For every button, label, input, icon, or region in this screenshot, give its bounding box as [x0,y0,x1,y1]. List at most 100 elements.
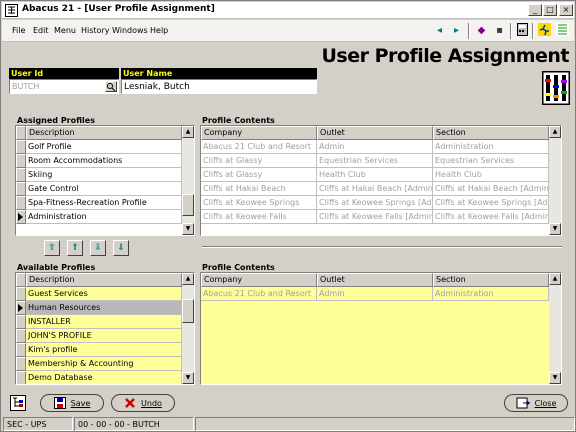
profile-content-row[interactable]: Cliffs at Glassy Equestrian Services Eques… [201,154,549,168]
table-cell: Cliffs at Keowee Springs [201,196,317,210]
page-title: User Profile Assignment [321,45,569,67]
profile-contents-top-grid: Company Outlet Section Abacus 21 Club an… [200,125,562,236]
outlet-column-header[interactable]: Outlet [317,273,433,287]
maximize-button[interactable]: □ [543,4,557,16]
row-indicator[interactable] [16,182,26,196]
available-profile-row[interactable]: INSTALLER [16,315,182,329]
scroll-thumb[interactable] [182,299,194,323]
profile-content-row[interactable]: Abacus 21 Club and Resort Admin Administra… [201,287,549,301]
tree-icon[interactable] [10,395,26,411]
scroll-down-button[interactable]: ▼ [549,372,561,384]
back-arrow-icon[interactable]: ◂ [432,23,447,38]
scroll-down-button[interactable]: ▼ [549,223,561,235]
scroll-up-button[interactable]: ▲ [549,273,561,285]
menu-edit[interactable]: Edit [33,26,49,35]
description-column-header[interactable]: Description [26,273,182,287]
move-bottom-button[interactable]: ⇓ [113,240,129,256]
row-indicator[interactable] [16,301,26,315]
undo-button[interactable]: Undo [111,394,175,412]
print-icon[interactable]: ▪ [492,23,507,38]
scroll-down-button[interactable]: ▼ [182,223,194,235]
scroll-up-button[interactable]: ▲ [182,273,194,285]
assigned-profile-row[interactable]: Spa-Fitness-Recreation Profile [16,196,182,210]
profile-contents-bottom-label: Profile Contents [202,263,275,272]
profile-content-row[interactable]: Cliffs at Keowee Springs Cliffs at Keowee… [201,196,549,210]
table-cell: Admin [317,140,433,154]
info-icon[interactable] [555,23,570,38]
scroll-down-button[interactable]: ▼ [182,372,194,384]
save-disk-icon [53,397,66,409]
toolbar-separator [510,23,512,39]
scroll-up-button[interactable]: ▲ [182,126,194,138]
assigned-scrollbar[interactable]: ▲ ▼ [182,126,194,235]
outlet-column-header[interactable]: Outlet [317,126,433,140]
available-profile-row[interactable]: Membership & Accounting [16,357,182,371]
row-indicator[interactable] [16,168,26,182]
table-cell: Skiing [26,168,182,182]
menu-file[interactable]: File [12,26,25,35]
menu-menu[interactable]: Menu [54,26,76,35]
user-id-field[interactable]: BUTCH [9,79,119,94]
row-indicator[interactable] [16,196,26,210]
save-button[interactable]: Save [40,394,104,412]
table-cell: Spa-Fitness-Recreation Profile [26,196,182,210]
table-cell: Demo Database [26,371,182,384]
company-column-header[interactable]: Company [201,273,317,287]
arrow-up-icon: ⇧ [48,243,56,253]
move-top-button[interactable]: ⇑ [67,240,83,256]
row-indicator[interactable] [16,140,26,154]
contents-top-scrollbar[interactable]: ▲ ▼ [549,126,561,235]
minimize-button[interactable]: _ [528,4,542,16]
assigned-profile-row[interactable]: Gate Control [16,182,182,196]
row-indicator[interactable] [16,154,26,168]
calculator-icon[interactable] [515,23,530,38]
contents-bottom-scrollbar[interactable]: ▲ ▼ [549,273,561,384]
row-indicator[interactable] [16,357,26,371]
exit-runner-icon[interactable] [537,23,552,38]
menu-help[interactable]: Help [150,26,168,35]
assigned-profile-row[interactable]: Administration [16,210,182,224]
close-button[interactable]: Close [504,394,568,412]
available-scrollbar[interactable]: ▲ ▼ [182,273,194,384]
forward-arrow-icon[interactable]: ▸ [449,23,464,38]
menu-windows[interactable]: Windows [112,26,148,35]
section-column-header[interactable]: Section [433,126,549,140]
undo-label: Undo [141,398,162,408]
row-indicator[interactable] [16,210,26,224]
assigned-profile-row[interactable]: Golf Profile [16,140,182,154]
row-indicator[interactable] [16,343,26,357]
available-profile-row[interactable]: Human Resources [16,301,182,315]
user-name-field: Lesniak, Butch [121,79,317,94]
company-column-header[interactable]: Company [201,126,317,140]
available-profile-row[interactable]: Guest Services [16,287,182,301]
assigned-profile-row[interactable]: Room Accommodations [16,154,182,168]
section-column-header[interactable]: Section [433,273,549,287]
available-profile-row[interactable]: JOHN'S PROFILE [16,329,182,343]
row-indicator[interactable] [16,315,26,329]
current-row-pointer-icon [18,213,23,221]
available-profile-row[interactable]: Kim's profile [16,343,182,357]
move-down-button[interactable]: ⇩ [90,240,106,256]
row-indicator[interactable] [16,329,26,343]
table-cell: Equestrian Services [317,154,433,168]
profile-content-row[interactable]: Cliffs at Hakai Beach Cliffs at Hakai Bea… [201,182,549,196]
table-cell: Admin [317,287,433,301]
profile-content-row[interactable]: Cliffs at Glassy Health Club Health Club [201,168,549,182]
search-user-button[interactable] [105,81,117,92]
move-up-button[interactable]: ⇧ [44,240,60,256]
book-icon[interactable]: ◆ [474,23,489,38]
menu-history[interactable]: History [81,26,109,35]
description-column-header[interactable]: Description [26,126,182,140]
row-indicator[interactable] [16,287,26,301]
close-window-button[interactable]: × [559,4,573,16]
scroll-thumb[interactable] [182,194,194,216]
table-cell: Golf Profile [26,140,182,154]
assigned-profile-row[interactable]: Skiing [16,168,182,182]
profile-content-row[interactable]: Abacus 21 Club and Resort Admin Administra… [201,140,549,154]
table-cell: Administration [433,140,549,154]
available-profile-row[interactable]: Demo Database [16,371,182,384]
row-indicator[interactable] [16,371,26,384]
profile-content-row[interactable]: Cliffs at Keowee Falls Cliffs at Keowee F… [201,210,549,224]
scroll-up-button[interactable]: ▲ [549,126,561,138]
table-cell: Health Club [317,168,433,182]
